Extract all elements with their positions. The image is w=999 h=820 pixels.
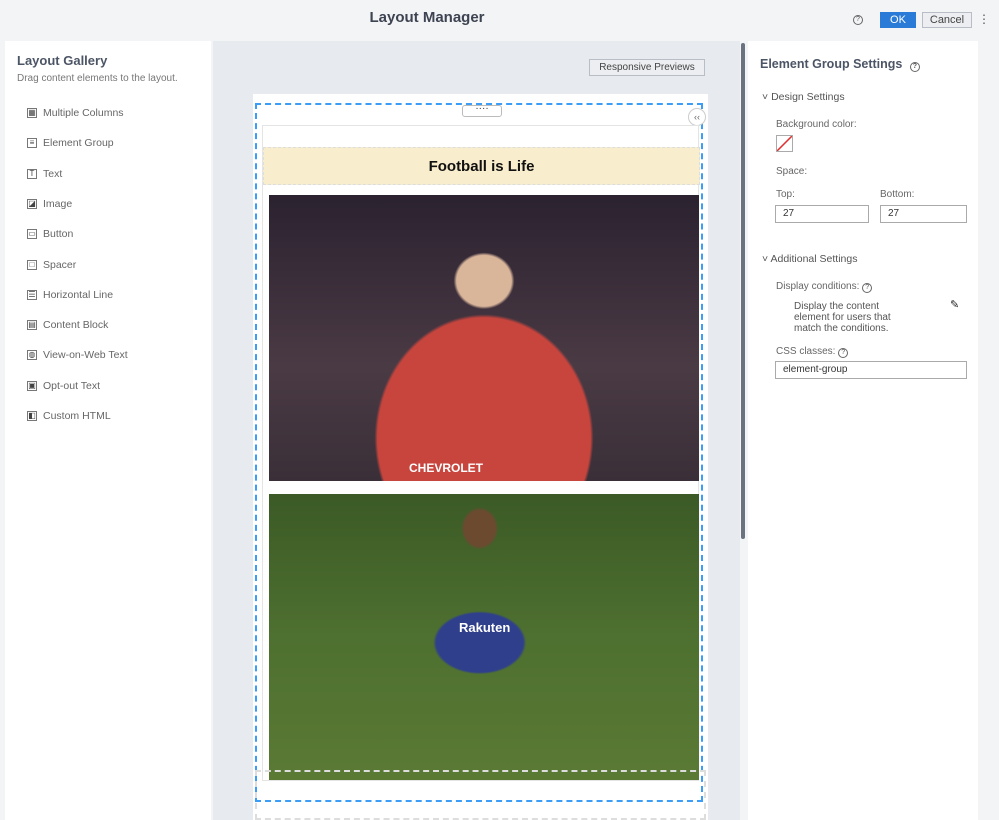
gallery-item-label: Custom HTML xyxy=(43,410,111,422)
help-icon[interactable]: ? xyxy=(853,15,863,25)
gallery-item-label: View-on-Web Text xyxy=(43,349,128,362)
page-title: Layout Manager xyxy=(369,9,485,26)
layout-canvas-area: Responsive Previews ···· ‹‹ Football is … xyxy=(213,41,740,820)
label-text: CSS classes: xyxy=(776,346,836,357)
gallery-item-element-group[interactable]: ≡ Element Group xyxy=(27,137,114,149)
gallery-item-opt-out-text[interactable]: ▣ Opt-out Text xyxy=(27,380,100,392)
settings-panel: Element Group Settings ? ˅ Design Settin… xyxy=(748,41,978,820)
help-icon[interactable]: ? xyxy=(838,348,849,358)
gallery-item-label: Image xyxy=(43,197,73,210)
background-color-picker[interactable] xyxy=(776,135,793,152)
gallery-item-icon: ▣ xyxy=(27,380,37,391)
settings-title: Element Group Settings ? xyxy=(760,57,920,72)
image-caption: CHEVROLET xyxy=(409,461,484,475)
gallery-item-icon: ◧ xyxy=(27,411,37,421)
space-label: Space: xyxy=(776,166,808,177)
responsive-previews-button[interactable]: Responsive Previews xyxy=(589,59,705,76)
gallery-item-horizontal-line[interactable]: ☰ Horizontal Line xyxy=(27,289,113,301)
gallery-item-icon: ▭ xyxy=(27,229,37,240)
gallery-item-label: Content Block xyxy=(43,319,109,332)
help-icon[interactable]: ? xyxy=(862,283,873,293)
collapse-icon[interactable]: ‹‹ xyxy=(688,108,706,126)
gallery-item-label: Element Group xyxy=(43,137,114,150)
gallery-item-multiple-columns[interactable]: ▦ Multiple Columns xyxy=(27,107,124,119)
gallery-item-image[interactable]: ◪ Image xyxy=(27,198,72,210)
ok-button[interactable]: OK xyxy=(880,12,916,28)
email-canvas: ···· ‹‹ Football is Life CHEVROLET Rakut… xyxy=(253,94,708,820)
gallery-item-spacer[interactable]: □ Spacer xyxy=(27,259,76,271)
gallery-item-icon: ◍ xyxy=(27,350,37,361)
additional-settings-toggle[interactable]: ˅ Additional Settings xyxy=(762,253,857,265)
gallery-subtitle: Drag content elements to the layout. xyxy=(17,73,178,84)
image-beckham[interactable]: CHEVROLET xyxy=(269,195,699,481)
bottom-label: Bottom: xyxy=(880,189,915,200)
gallery-item-button[interactable]: ▭ Button xyxy=(27,228,73,240)
gallery-item-icon: ◪ xyxy=(27,198,37,209)
display-conditions-text: Display the content element for users th… xyxy=(794,301,891,334)
section-label: Additional Settings xyxy=(770,253,858,265)
section-label: Design Settings xyxy=(771,91,845,103)
drag-handle[interactable]: ···· xyxy=(462,104,502,117)
css-classes-input[interactable]: element-group xyxy=(775,361,967,379)
more-options-icon[interactable]: ⋮ xyxy=(978,12,990,26)
css-classes-label: CSS classes: ? xyxy=(776,346,849,358)
gallery-item-label: Opt-out Text xyxy=(43,379,101,392)
scrollbar[interactable] xyxy=(741,43,745,539)
gallery-item-label: Text xyxy=(43,167,63,180)
gallery-item-view-on-web-text[interactable]: ◍ View-on-Web Text xyxy=(27,349,128,361)
gallery-item-icon: ▦ xyxy=(27,108,37,118)
gallery-item-icon: ☰ xyxy=(27,289,37,300)
top-space-input[interactable]: 27 xyxy=(775,205,869,223)
gallery-item-label: Multiple Columns xyxy=(43,107,124,119)
gallery-item-label: Horizontal Line xyxy=(43,288,114,301)
gallery-item-content-block[interactable]: ▤ Content Block xyxy=(27,319,108,331)
gallery-item-icon: ▤ xyxy=(27,320,37,331)
top-label: Top: xyxy=(776,189,795,200)
top-bar: Layout Manager ? OK Cancel ⋮ xyxy=(0,0,999,40)
image-messi[interactable]: Rakuten xyxy=(269,494,699,780)
image-caption: Rakuten xyxy=(459,620,511,635)
gallery-item-icon: □ xyxy=(27,259,37,270)
bottom-space-input[interactable]: 27 xyxy=(880,205,967,223)
gallery-item-icon: T xyxy=(27,168,37,179)
next-element-placeholder[interactable] xyxy=(255,770,706,820)
layout-gallery-panel: Layout Gallery Drag content elements to … xyxy=(5,41,211,820)
edit-pencil-icon[interactable]: ✎ xyxy=(950,298,959,311)
gallery-item-icon: ≡ xyxy=(27,138,37,149)
gallery-item-label: Spacer xyxy=(43,258,77,271)
cancel-button[interactable]: Cancel xyxy=(922,12,972,28)
settings-title-text: Element Group Settings xyxy=(760,57,903,71)
selected-element-group[interactable]: ···· ‹‹ Football is Life CHEVROLET Rakut… xyxy=(255,103,706,802)
gallery-title: Layout Gallery xyxy=(17,53,108,68)
label-text: Display conditions: xyxy=(776,281,860,292)
gallery-item-label: Button xyxy=(43,228,74,241)
banner-text[interactable]: Football is Life xyxy=(263,147,700,185)
design-settings-toggle[interactable]: ˅ Design Settings xyxy=(762,91,845,103)
background-color-label: Background color: xyxy=(776,119,857,130)
gallery-item-custom-html[interactable]: ◧ Custom HTML xyxy=(27,410,111,422)
display-conditions-label: Display conditions: ? xyxy=(776,281,873,293)
gallery-item-text[interactable]: T Text xyxy=(27,168,62,180)
help-icon[interactable]: ? xyxy=(909,62,920,72)
